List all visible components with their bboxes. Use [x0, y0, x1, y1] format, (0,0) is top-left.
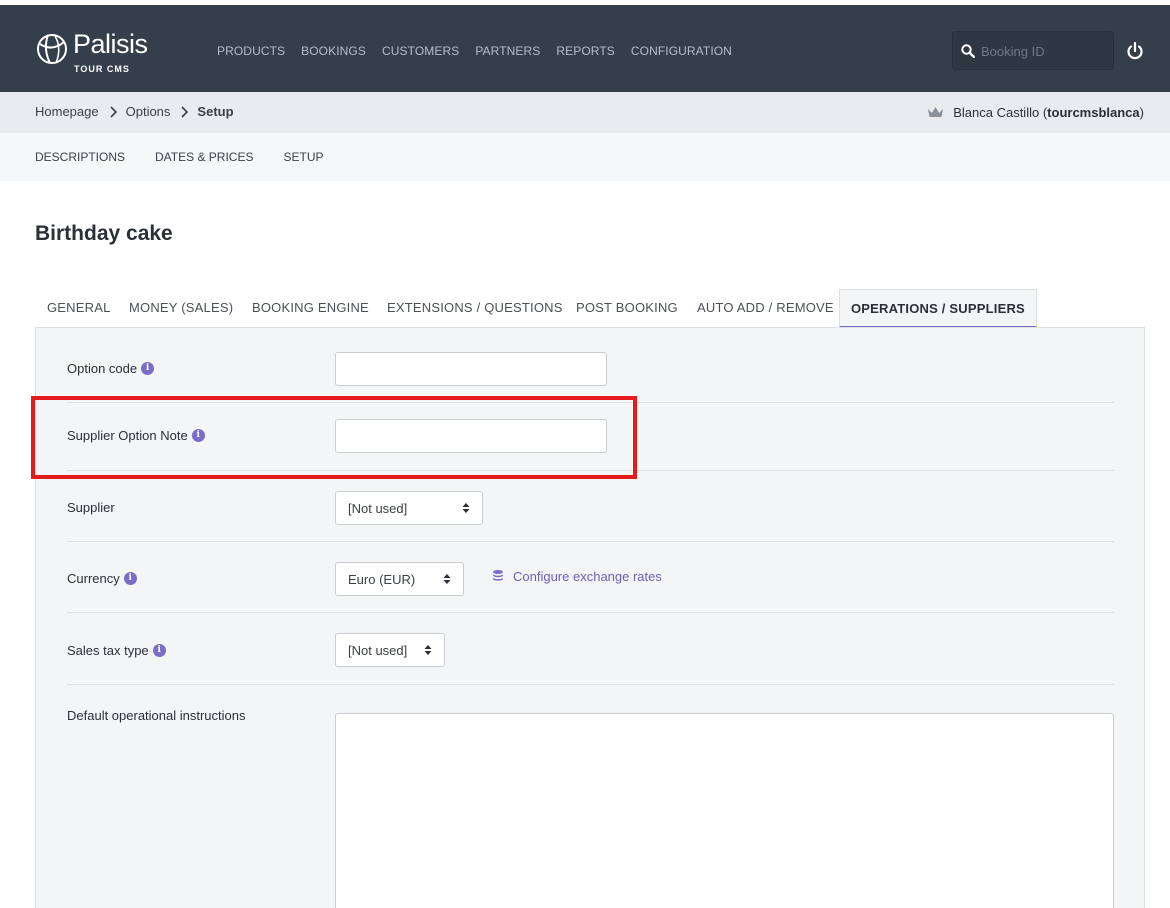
user-info[interactable]: Blanca Castillo (tourcmsblanca) — [927, 105, 1144, 120]
sales-tax-type-label: Sales tax type i — [67, 643, 166, 658]
divider — [67, 612, 1114, 613]
tab-extensions-questions[interactable]: EXTENSIONS / QUESTIONS — [387, 289, 563, 328]
nav-bookings[interactable]: BOOKINGS — [301, 44, 366, 58]
tab-booking-engine[interactable]: BOOKING ENGINE — [252, 289, 369, 328]
breadcrumb: Homepage Options Setup — [35, 104, 234, 119]
page-title: Birthday cake — [35, 222, 173, 245]
divider — [67, 684, 1114, 685]
info-icon[interactable]: i — [152, 644, 166, 657]
sales-tax-type-select[interactable]: [Not used] — [335, 633, 445, 667]
user-name: Blanca Castillo — [953, 105, 1040, 120]
nav-configuration[interactable]: CONFIGURATION — [631, 44, 732, 58]
setup-tabs: GENERAL MONEY (SALES) BOOKING ENGINE EXT… — [35, 289, 1145, 328]
sub-nav: DESCRIPTIONS DATES & PRICES SETUP — [0, 133, 1170, 181]
user-username: tourcmsblanca — [1047, 105, 1140, 120]
brand-subtitle: TOUR CMS — [74, 64, 130, 74]
currency-label: Currency i — [67, 571, 137, 586]
info-icon[interactable]: i — [191, 429, 205, 442]
sort-arrows-icon — [443, 574, 451, 584]
sort-arrows-icon — [424, 645, 432, 655]
tab-money-sales[interactable]: MONEY (SALES) — [129, 289, 233, 328]
configure-exchange-rates-link[interactable]: Configure exchange rates — [491, 569, 662, 584]
tab-auto-add-remove[interactable]: AUTO ADD / REMOVE — [697, 289, 834, 328]
currency-select[interactable]: Euro (EUR) — [335, 562, 464, 596]
coins-icon — [493, 570, 503, 581]
crown-icon — [928, 107, 944, 117]
nav-products[interactable]: PRODUCTS — [217, 44, 285, 58]
chevron-right-icon — [110, 105, 117, 118]
supplier-select[interactable]: [Not used] — [335, 491, 483, 525]
divider — [67, 541, 1114, 542]
breadcrumb-options[interactable]: Options — [126, 104, 171, 119]
option-code-label: Option code i — [67, 361, 155, 376]
option-code-input[interactable] — [335, 352, 607, 386]
sort-arrows-icon — [462, 503, 470, 513]
supplier-option-note-input[interactable] — [335, 419, 607, 453]
info-icon[interactable]: i — [141, 362, 155, 375]
breadcrumb-setup: Setup — [197, 104, 234, 119]
breadcrumb-bar: Homepage Options Setup Blanca Castillo (… — [0, 92, 1170, 133]
nav-reports[interactable]: REPORTS — [556, 44, 615, 58]
main-nav: PRODUCTS BOOKINGS CUSTOMERS PARTNERS REP… — [217, 44, 732, 58]
search-icon — [961, 44, 975, 58]
brand-name: Palisis — [73, 29, 148, 59]
supplier-label: Supplier — [67, 500, 115, 515]
info-icon[interactable]: i — [123, 572, 137, 585]
nav-partners[interactable]: PARTNERS — [475, 44, 540, 58]
palisis-logo[interactable]: Palisis TOUR CMS — [35, 29, 165, 77]
power-icon[interactable] — [1125, 41, 1145, 61]
default-operational-instructions-textarea[interactable] — [335, 713, 1114, 908]
top-bar: Palisis TOUR CMS PRODUCTS BOOKINGS CUSTO… — [0, 5, 1170, 92]
tab-general[interactable]: GENERAL — [47, 289, 111, 328]
supplier-option-note-label: Supplier Option Note i — [67, 428, 205, 443]
booking-search — [952, 31, 1114, 70]
tab-post-booking[interactable]: POST BOOKING — [576, 289, 678, 328]
default-operational-instructions-label: Default operational instructions — [67, 708, 246, 723]
nav-customers[interactable]: CUSTOMERS — [382, 44, 459, 58]
subnav-setup[interactable]: SETUP — [283, 150, 323, 164]
subnav-dates-prices[interactable]: DATES & PRICES — [155, 150, 253, 164]
divider — [67, 402, 1114, 403]
tab-operations-suppliers[interactable]: OPERATIONS / SUPPLIERS — [839, 289, 1037, 328]
divider — [67, 470, 1114, 471]
booking-id-input[interactable] — [981, 37, 1109, 65]
subnav-descriptions[interactable]: DESCRIPTIONS — [35, 150, 125, 164]
chevron-right-icon — [181, 105, 189, 118]
globe-logo-icon — [37, 34, 67, 64]
breadcrumb-homepage[interactable]: Homepage — [35, 104, 99, 119]
